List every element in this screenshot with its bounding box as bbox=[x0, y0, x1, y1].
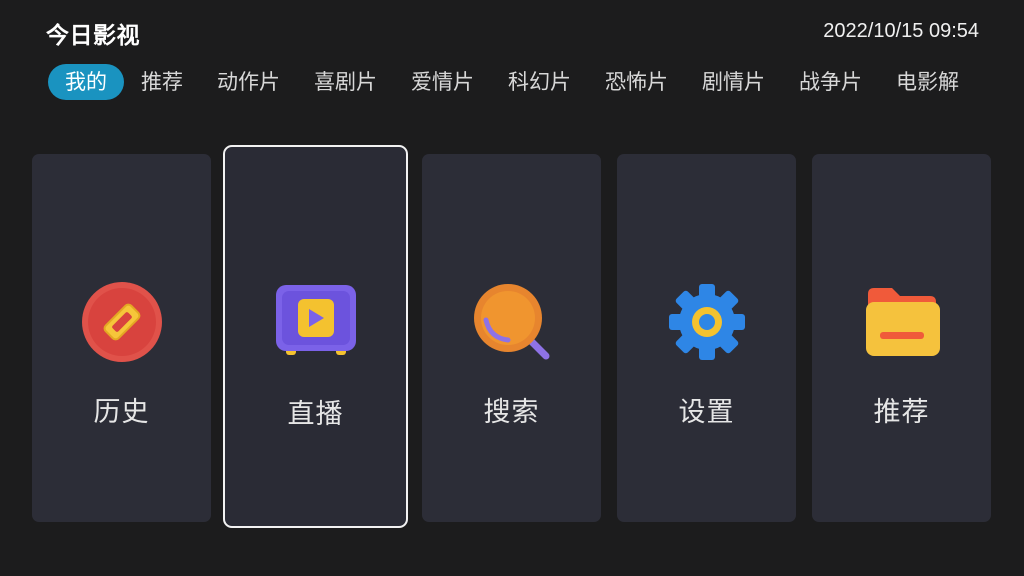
tab-horror[interactable]: 恐怖片 bbox=[605, 64, 668, 100]
app-title: 今日影视 bbox=[46, 23, 140, 49]
settings-card[interactable]: 设置 bbox=[617, 154, 796, 522]
tv-play-icon bbox=[275, 285, 356, 355]
search-icon bbox=[473, 284, 549, 360]
tab-mine[interactable]: 我的 bbox=[48, 64, 124, 100]
search-card[interactable]: 搜索 bbox=[422, 154, 601, 522]
tab-scifi[interactable]: 科幻片 bbox=[508, 64, 571, 100]
category-tabs: 我的 推荐 动作片 喜剧片 爱情片 科幻片 恐怖片 剧情片 战争片 电影解 bbox=[48, 64, 993, 100]
clock: 2022/10/15 09:54 bbox=[823, 20, 979, 42]
tab-drama[interactable]: 剧情片 bbox=[702, 64, 765, 100]
compass-icon bbox=[81, 282, 162, 362]
tab-action[interactable]: 动作片 bbox=[217, 64, 280, 100]
tab-romance[interactable]: 爱情片 bbox=[411, 64, 474, 100]
history-card[interactable]: 历史 bbox=[32, 154, 211, 522]
settings-label: 设置 bbox=[678, 397, 735, 428]
folder-icon bbox=[865, 288, 940, 356]
function-cards: 历史 直播 搜索 设置 推荐 bbox=[32, 145, 992, 528]
tab-comedy[interactable]: 喜剧片 bbox=[314, 64, 377, 100]
tab-war[interactable]: 战争片 bbox=[799, 64, 862, 100]
recommend-label: 推荐 bbox=[873, 397, 930, 428]
tab-movie-commentary[interactable]: 电影解 bbox=[896, 64, 959, 100]
tab-recommend[interactable]: 推荐 bbox=[141, 64, 183, 100]
history-label: 历史 bbox=[93, 397, 150, 428]
app-root: 今日影视 2022/10/15 09:54 我的 推荐 动作片 喜剧片 爱情片 … bbox=[0, 0, 1024, 576]
recommend-card[interactable]: 推荐 bbox=[812, 154, 991, 522]
search-label: 搜索 bbox=[483, 397, 540, 428]
live-card[interactable]: 直播 bbox=[223, 145, 408, 528]
gear-icon bbox=[668, 284, 745, 360]
live-label: 直播 bbox=[287, 399, 344, 430]
